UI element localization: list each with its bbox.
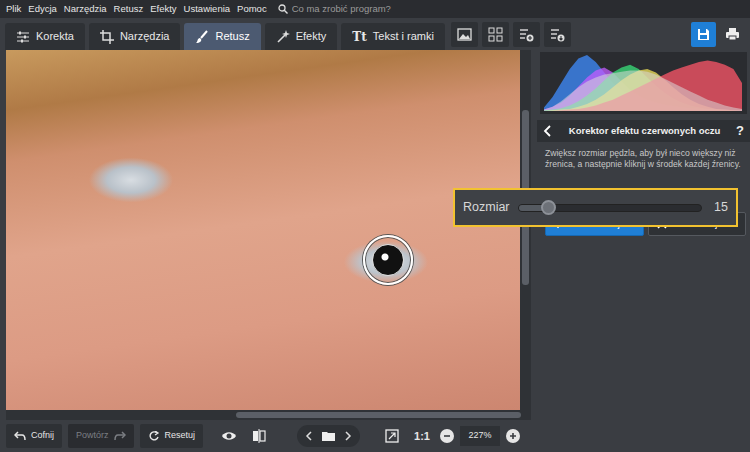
- histogram-series: [544, 70, 742, 111]
- grid-icon: [488, 27, 503, 42]
- size-slider: Rozmiar 15: [453, 188, 738, 227]
- actual-size-button[interactable]: 1:1: [410, 428, 434, 445]
- button-label: Cofnij: [31, 429, 54, 443]
- menu-bar: Plik Edycja Narzędzia Retusz Efekty Ustawieni…: [0, 0, 750, 18]
- crop-icon: [100, 30, 114, 44]
- vertical-scrollbar[interactable]: [520, 50, 531, 410]
- tab[interactable]: Efekty: [265, 23, 338, 50]
- sliders-icon: [16, 30, 30, 44]
- toolbar-button[interactable]: [513, 22, 540, 47]
- brush-icon: [195, 30, 209, 44]
- tab[interactable]: Korekta: [5, 23, 85, 50]
- button-label: Resetuj: [165, 429, 196, 443]
- search-input[interactable]: [292, 2, 432, 16]
- tab-label: Efekty: [296, 28, 327, 45]
- toolbar-button[interactable]: [482, 22, 509, 47]
- eye-icon: [221, 431, 237, 441]
- toolbar: Korekta Narzędzia Retusz Efekty Tt Tekst i ra…: [0, 18, 750, 50]
- menu-item[interactable]: Pomoc: [237, 2, 267, 16]
- button-label: Powtórz: [76, 429, 109, 443]
- toolbar-button[interactable]: [451, 22, 478, 47]
- save-button[interactable]: [691, 22, 716, 47]
- preview-button[interactable]: [217, 424, 241, 448]
- plus-icon: [509, 432, 517, 440]
- redo-icon: [114, 431, 126, 441]
- scroll-thumb[interactable]: [236, 412, 521, 418]
- zoom-in-button[interactable]: [506, 429, 520, 443]
- tab-label: Tekst i ramki: [373, 28, 434, 45]
- panel-title: Korektor efektu czerwonych oczu: [557, 124, 732, 138]
- text-icon: Tt: [352, 31, 366, 43]
- help-button[interactable]: ?: [736, 121, 744, 141]
- back-arrow-icon[interactable]: [543, 125, 553, 137]
- compare-icon: [252, 429, 266, 443]
- slider-knob[interactable]: [541, 200, 556, 215]
- photo-navigation: [297, 425, 360, 447]
- slider-track[interactable]: [518, 204, 702, 212]
- reset-button[interactable]: Resetuj: [140, 424, 204, 448]
- fit-button[interactable]: [380, 424, 404, 448]
- histogram: [540, 52, 747, 114]
- histogram-series: [544, 55, 742, 111]
- minus-icon: [443, 432, 451, 440]
- previous-icon[interactable]: [305, 431, 312, 441]
- photo-row: [6, 50, 531, 410]
- folder-icon[interactable]: [322, 431, 335, 441]
- menu-item[interactable]: Plik: [6, 2, 21, 16]
- instructions: Zwiększ rozmiar pędzla, aby był nieco wi…: [537, 142, 750, 170]
- photo-column: [6, 50, 531, 420]
- side-panel: Korektor efektu czerwonych oczu?Zwiększ …: [537, 50, 750, 420]
- batch-add-icon: [519, 27, 534, 42]
- magic-wand-icon: [276, 30, 290, 44]
- tab-label: Narzędzia: [120, 28, 170, 45]
- zoom-out-button[interactable]: [440, 429, 454, 443]
- printer-icon: [725, 27, 740, 41]
- next-icon[interactable]: [345, 431, 352, 441]
- photo[interactable]: [6, 50, 520, 410]
- tab[interactable]: Narzędzia: [89, 23, 181, 50]
- undo-icon: [14, 431, 26, 441]
- batch-export-icon: [550, 27, 565, 42]
- slider-value: 15: [710, 198, 728, 217]
- tab-label: Korekta: [36, 28, 74, 45]
- corrected-pupil: [372, 244, 404, 276]
- compare-button[interactable]: [247, 424, 271, 448]
- tab[interactable]: Retusz: [184, 23, 260, 50]
- undo-button[interactable]: Cofnij: [6, 424, 62, 448]
- menu-item[interactable]: Edycja: [28, 2, 57, 16]
- histogram-series: [544, 61, 742, 111]
- reset-icon: [148, 431, 160, 441]
- tab[interactable]: Tt Tekst i ramki: [341, 23, 445, 50]
- search-icon: [278, 4, 288, 14]
- menu-item[interactable]: Ustawienia: [184, 2, 230, 16]
- workspace: Korektor efektu czerwonych oczu?Zwiększ …: [0, 50, 750, 420]
- redo-button: Powtórz: [68, 424, 134, 448]
- histogram-chart: [544, 55, 742, 111]
- menu-item[interactable]: Efekty: [150, 2, 176, 16]
- floppy-icon: [697, 28, 710, 41]
- zoom-field[interactable]: 227%: [460, 426, 500, 446]
- menu-item[interactable]: Retusz: [114, 2, 144, 16]
- menu-item[interactable]: Narzędzia: [64, 2, 107, 16]
- fit-screen-icon: [385, 429, 399, 443]
- slider-label: Rozmiar: [463, 198, 510, 217]
- image-icon: [457, 27, 472, 42]
- print-button[interactable]: [720, 22, 745, 47]
- search-box: [278, 2, 432, 16]
- horizontal-scrollbar[interactable]: [6, 410, 531, 420]
- tab-label: Retusz: [215, 28, 249, 45]
- panel-header: Korektor efektu czerwonych oczu?: [537, 120, 750, 142]
- bottom-bar: Cofnij Powtórz Resetuj 1:1 227%: [0, 420, 750, 452]
- toolbar-button[interactable]: [544, 22, 571, 47]
